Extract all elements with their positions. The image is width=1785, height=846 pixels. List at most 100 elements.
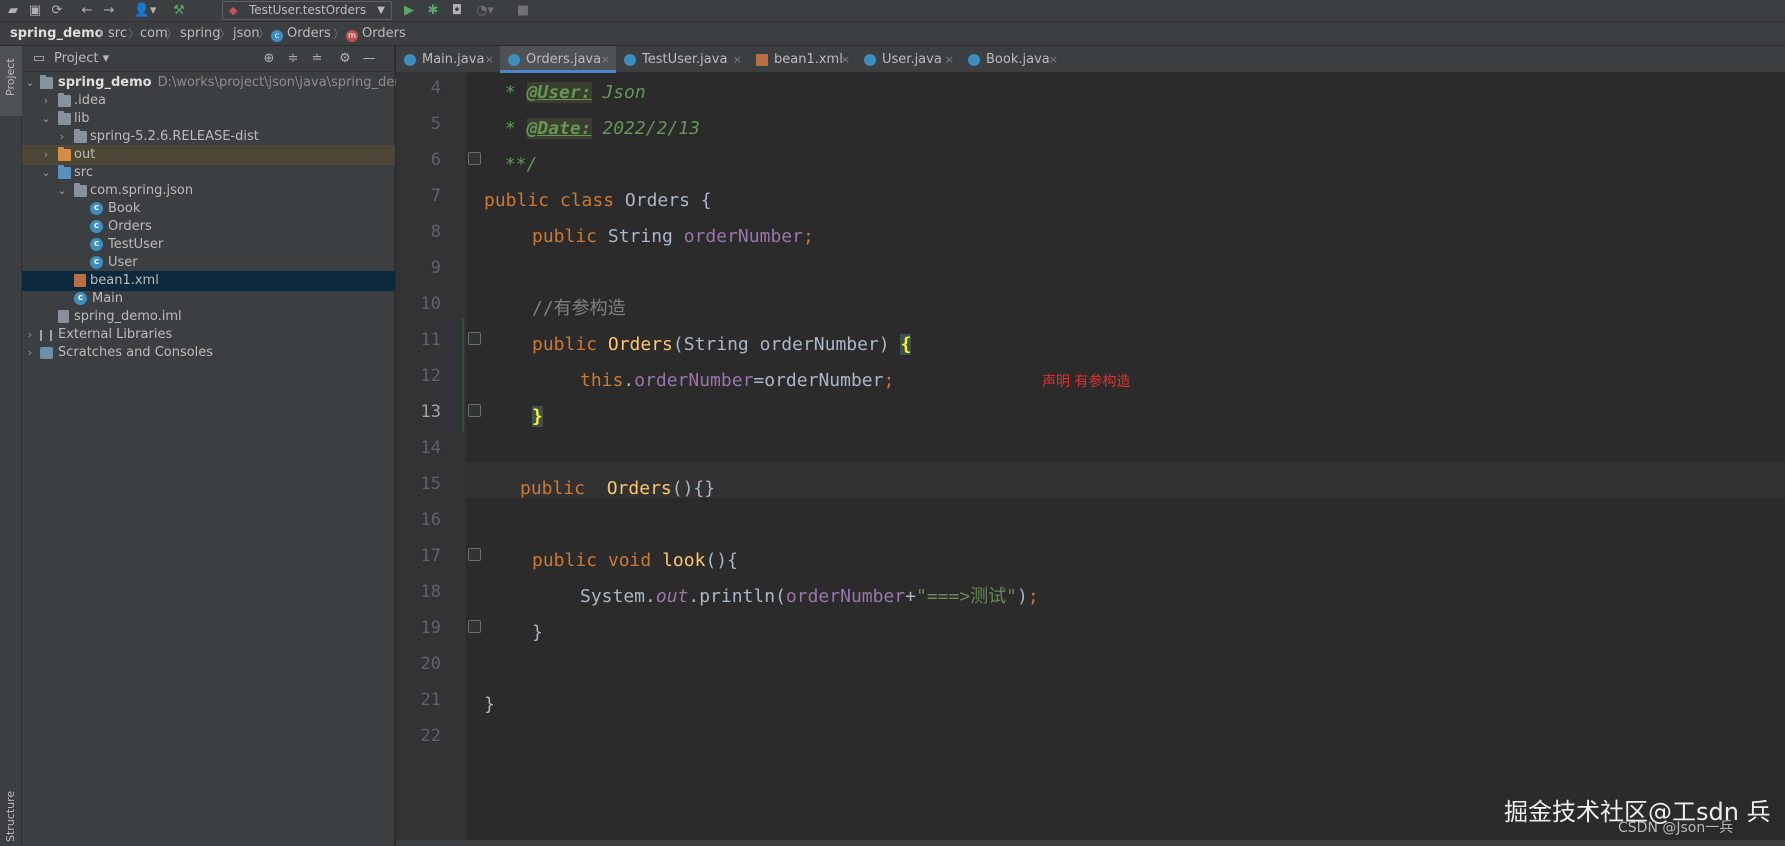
minimize-icon[interactable]: —: [360, 50, 378, 68]
chevron-right-icon[interactable]: ›: [40, 91, 52, 111]
breadcrumb-item-project[interactable]: spring_demo: [10, 26, 104, 42]
back-icon[interactable]: ←: [78, 2, 96, 20]
breadcrumb-separator: 〉: [333, 27, 346, 41]
sync-icon[interactable]: ⟳: [48, 2, 66, 20]
run-configuration-select[interactable]: ◆ TestUser.testOrders ▼: [222, 1, 392, 20]
class-icon: [864, 54, 876, 66]
chevron-right-icon[interactable]: ›: [56, 127, 68, 147]
excluded-folder-icon: [58, 147, 71, 161]
tree-item-book[interactable]: c Book: [22, 199, 395, 219]
token-keyword: class: [559, 190, 615, 211]
tree-item-label: bean1.xml: [90, 273, 159, 288]
tab-book-java[interactable]: Book.java ×: [960, 46, 1064, 73]
tree-item-label: com.spring.json: [90, 183, 194, 198]
fold-marker-icon[interactable]: [468, 404, 481, 417]
breadcrumb-item-json[interactable]: json: [233, 26, 260, 42]
vcs-change-marker[interactable]: [462, 318, 464, 432]
run-icon[interactable]: ▶: [400, 2, 418, 20]
chevron-down-icon[interactable]: ⌄: [40, 109, 52, 129]
library-icon: [40, 330, 52, 341]
stop-icon[interactable]: ■: [514, 2, 532, 20]
chevron-down-icon[interactable]: ⌄: [56, 181, 68, 201]
forward-icon[interactable]: →: [100, 2, 118, 20]
tab-bean1-xml[interactable]: bean1.xml ×: [748, 46, 856, 73]
code-editor[interactable]: 4 5 6 7 8 9 10 11 12 13 14 15 16 17 18 1…: [396, 73, 1785, 846]
tree-item-iml[interactable]: spring_demo.iml: [22, 307, 395, 327]
project-tool-tab[interactable]: Project: [0, 46, 22, 116]
line-number: 16: [420, 510, 441, 530]
tree-item-scratches[interactable]: › Scratches and Consoles: [22, 343, 395, 363]
close-icon[interactable]: ×: [733, 46, 742, 73]
tree-item-out[interactable]: › out: [22, 145, 395, 165]
tab-user-java[interactable]: User.java ×: [856, 46, 960, 73]
project-panel-title[interactable]: Project ▾: [54, 51, 109, 66]
token-identifier: Orders: [624, 190, 690, 211]
structure-tool-tab[interactable]: Structure: [4, 791, 17, 842]
breadcrumb-item-src[interactable]: src: [108, 26, 127, 42]
tree-item-spring-demo[interactable]: ⌄ spring_demo D:\works\project\json\java\…: [22, 73, 415, 93]
class-icon: [404, 54, 416, 66]
tree-item-idea[interactable]: › .idea: [22, 91, 395, 111]
chevron-right-icon[interactable]: ›: [24, 343, 36, 363]
build-hammer-icon[interactable]: ⚒: [170, 2, 188, 20]
coverage-icon[interactable]: ◘: [448, 2, 466, 20]
token-method: Orders: [607, 334, 673, 355]
token-keyword: void: [607, 550, 652, 571]
fold-marker-icon[interactable]: [468, 152, 481, 165]
locate-icon[interactable]: ⊕: [260, 50, 278, 68]
profile-icon[interactable]: ◔▾: [472, 2, 498, 20]
fold-marker-icon[interactable]: [468, 620, 481, 633]
chevron-right-icon[interactable]: ›: [24, 325, 36, 345]
close-icon[interactable]: ×: [945, 46, 954, 73]
tree-item-package[interactable]: ⌄ com.spring.json: [22, 181, 395, 201]
token-field: orderNumber: [785, 586, 906, 607]
fold-marker-icon[interactable]: [468, 548, 481, 561]
debug-icon[interactable]: ✱: [424, 2, 442, 20]
project-view-icon: ▭: [32, 51, 46, 66]
tree-item-main[interactable]: c Main: [22, 289, 395, 309]
horizontal-scrollbar[interactable]: [396, 840, 1785, 846]
line-number: 14: [420, 438, 441, 458]
close-icon[interactable]: ×: [841, 46, 850, 73]
close-icon[interactable]: ×: [485, 46, 494, 73]
breadcrumb-item-method[interactable]: m Orders: [346, 26, 406, 42]
tree-item-testuser[interactable]: c TestUser: [22, 235, 395, 255]
tab-orders-java[interactable]: Orders.java ×: [500, 46, 616, 73]
chevron-right-icon[interactable]: ›: [40, 145, 52, 165]
main-toolbar: ▰ ▣ ⟳ ← → 👤▾ ⚒ ◆ TestUser.testOrders ▼ ▶…: [0, 0, 1785, 22]
collapse-all-icon[interactable]: ≐: [308, 50, 326, 68]
token-call: .println(: [688, 586, 786, 607]
tab-main-java[interactable]: Main.java ×: [396, 46, 500, 73]
close-icon[interactable]: ×: [1049, 46, 1058, 73]
breadcrumb-item-class[interactable]: c Orders: [271, 26, 331, 42]
line-number: 21: [420, 690, 441, 710]
token-params: (){: [705, 550, 738, 571]
tree-item-bean1-xml[interactable]: bean1.xml: [22, 271, 395, 291]
run-config-label: TestUser.testOrders: [249, 3, 367, 17]
gear-icon[interactable]: ⚙: [336, 50, 354, 68]
fold-marker-icon[interactable]: [468, 332, 481, 345]
breadcrumb-item-spring[interactable]: spring: [180, 26, 220, 42]
breadcrumb-item-com[interactable]: com: [140, 26, 168, 42]
token-doc: 2022/2/13: [591, 118, 700, 139]
source-folder-icon: [58, 165, 71, 179]
tree-item-label: spring_demo.iml: [74, 309, 182, 324]
save-icon[interactable]: ▣: [26, 2, 44, 20]
tree-item-lib[interactable]: ⌄ lib: [22, 109, 395, 129]
tab-testuser-java[interactable]: TestUser.java ×: [616, 46, 748, 73]
expand-all-icon[interactable]: ≑: [284, 50, 302, 68]
user-icon[interactable]: 👤▾: [130, 2, 160, 20]
tree-item-external-libraries[interactable]: › External Libraries: [22, 325, 395, 345]
close-icon[interactable]: ×: [601, 46, 610, 73]
tree-item-spring-dist[interactable]: › spring-5.2.6.RELEASE-dist: [22, 127, 395, 147]
code-line-10: //有参构造: [532, 291, 1785, 327]
breadcrumb-separator: 〉: [166, 27, 179, 41]
tree-item-orders[interactable]: c Orders: [22, 217, 395, 237]
tree-item-user[interactable]: c User: [22, 253, 395, 273]
token-type: String: [607, 226, 673, 247]
chevron-down-icon[interactable]: ⌄: [40, 163, 52, 183]
open-folder-icon[interactable]: ▰: [4, 2, 22, 20]
tree-item-src[interactable]: ⌄ src: [22, 163, 395, 183]
line-number: 8: [430, 222, 441, 242]
chevron-down-icon[interactable]: ⌄: [24, 73, 36, 93]
